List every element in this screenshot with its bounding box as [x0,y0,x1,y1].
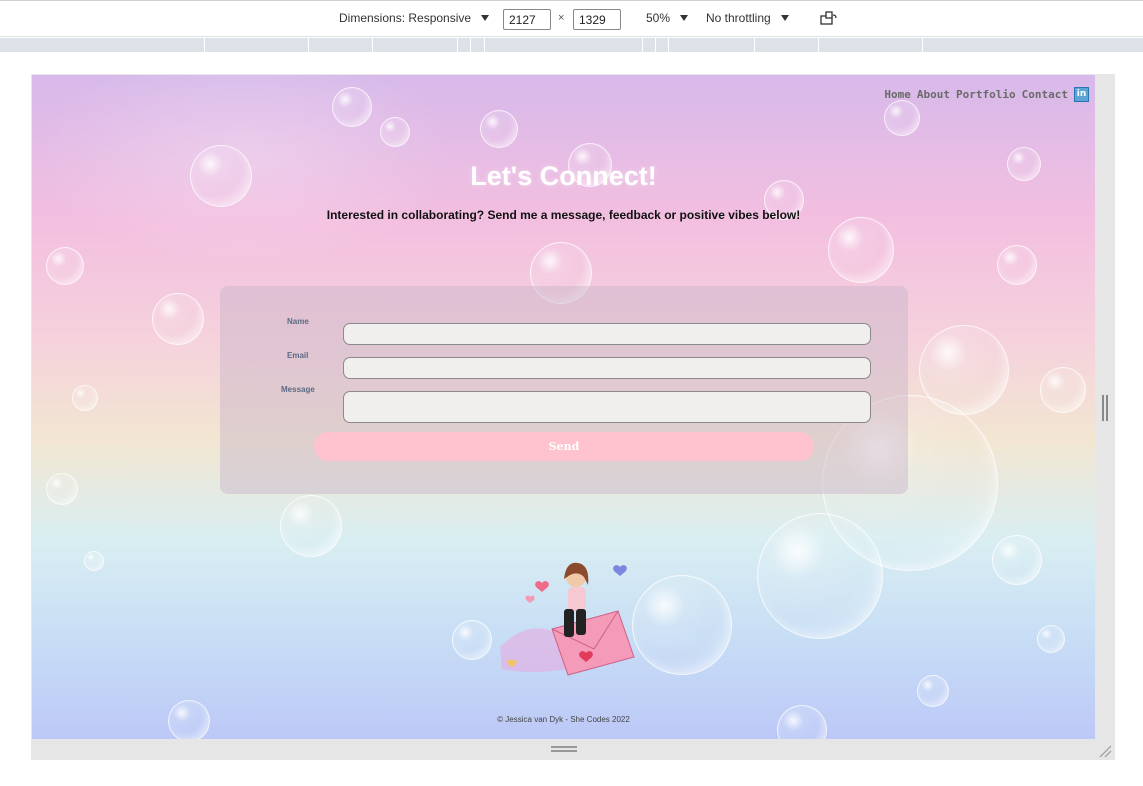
nav-portfolio-link[interactable]: Portfolio [956,88,1016,101]
media-query-bar[interactable] [0,38,1143,52]
message-label: Message [281,385,315,394]
name-input[interactable] [343,323,871,345]
throttling-dropdown[interactable]: No throttling [706,11,789,25]
width-input[interactable] [503,9,551,30]
bubble-decoration [72,385,98,411]
rotate-device-icon[interactable] [820,11,838,27]
message-textarea[interactable] [343,391,871,423]
bubble-decoration [380,117,410,147]
footer-copyright: © Jessica van Dyk - She Codes 2022 [497,715,630,724]
bubble-decoration [1037,625,1065,653]
resize-handle-right[interactable] [1102,395,1108,421]
page-viewport: Home About Portfolio Contact in Let's Co… [32,75,1095,739]
height-input[interactable] [573,9,621,30]
dimensions-dropdown[interactable]: Dimensions: Responsive [339,11,490,25]
resize-handle-bottom[interactable] [551,746,577,752]
nav-about-link[interactable]: About [917,88,950,101]
bubble-decoration [152,293,204,345]
email-input[interactable] [343,357,871,379]
bubble-decoration [332,87,372,127]
bubble-decoration [452,620,492,660]
page-title: Let's Connect! [470,161,657,191]
linkedin-icon[interactable]: in [1074,87,1089,102]
bubble-decoration [480,110,518,148]
throttling-label: No throttling [706,11,771,25]
page-subtitle: Interested in collaborating? Send me a m… [326,208,801,222]
bubble-decoration [632,575,732,675]
bubble-decoration [1040,367,1086,413]
times-symbol: × [558,12,565,24]
bubble-decoration [46,473,78,505]
zoom-label: 50% [646,11,671,25]
dimensions-label: Dimensions: Responsive [339,11,472,25]
bubble-decoration [84,551,104,571]
name-label: Name [287,317,309,326]
avatar-envelope-illustration [500,562,635,676]
bubble-decoration [917,675,949,707]
bubble-decoration [46,247,84,285]
bubble-decoration [884,100,920,136]
contact-form: Name Email Message Send [220,286,908,494]
chevron-down-icon [680,15,689,21]
devtools-device-toolbar: Dimensions: Responsive × 50% No throttli… [0,0,1143,37]
chevron-down-icon [780,15,789,21]
nav-home-link[interactable]: Home [884,88,911,101]
chevron-down-icon [481,15,490,21]
bubble-decoration [828,217,894,283]
zoom-dropdown[interactable]: 50% [646,11,689,25]
bubble-decoration [280,495,342,557]
send-button[interactable]: Send [314,432,814,461]
top-nav: Home About Portfolio Contact in [884,87,1089,102]
email-label: Email [287,351,309,360]
bubble-decoration [997,245,1037,285]
resize-corner-icon[interactable] [1098,744,1112,758]
bubble-decoration [992,535,1042,585]
nav-contact-link[interactable]: Contact [1022,88,1068,101]
